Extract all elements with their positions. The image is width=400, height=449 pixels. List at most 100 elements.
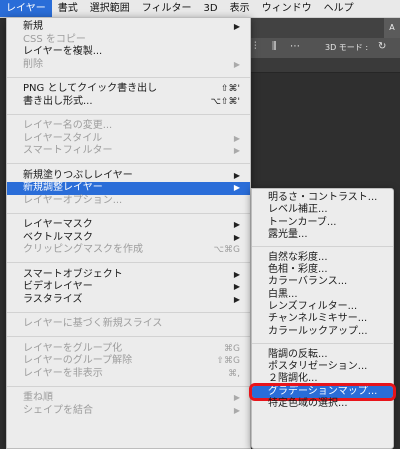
layer-menu-item-label: ビデオレイヤー: [23, 281, 93, 292]
submenu-arrow-icon: ▶: [233, 59, 240, 69]
align-icon[interactable]: ⫶: [254, 41, 257, 52]
more-options-icon[interactable]: ⋯: [290, 41, 300, 52]
adjustment-submenu-item-label: 特定色域の選択...: [268, 397, 348, 409]
adjustment-submenu-item[interactable]: 白黒...: [252, 289, 393, 301]
menubar-item[interactable]: 書式: [52, 0, 84, 17]
shortcut-label: ⌘G: [224, 343, 240, 354]
adjustment-submenu-item[interactable]: トーンカーブ...: [252, 217, 393, 229]
distribute-icon[interactable]: ⫼: [272, 41, 277, 52]
menubar-item[interactable]: レイヤー: [0, 0, 52, 17]
adjustment-submenu-item[interactable]: ポスタリゼーション...: [252, 361, 393, 373]
layer-menu-item[interactable]: 新規調整レイヤー ▶: [7, 182, 250, 195]
adjustment-submenu-item-label: 色相・彩度...: [268, 264, 328, 276]
adjustment-submenu-item-label: レベル補正...: [268, 204, 328, 216]
menu-separator: [7, 385, 250, 387]
submenu-arrow-icon: ▶: [233, 170, 240, 180]
layer-menu-item[interactable]: ビデオレイヤー ▶: [7, 281, 250, 294]
layer-menu-item-label: ラスタライズ: [23, 293, 83, 305]
adjustment-submenu-item-label: 露光量...: [268, 229, 308, 241]
adjustment-submenu-item[interactable]: 特定色域の選択...: [252, 398, 393, 410]
panel-strip: [250, 58, 400, 73]
layer-menu-item-label: 新規調整レイヤー: [23, 182, 103, 193]
options-bar: ⫶ ⫼ ⋯ 3D モード : ↻: [250, 38, 400, 58]
layer-menu-item-label: PNG としてクイック書き出し: [23, 83, 158, 94]
menu-separator: [7, 212, 250, 214]
3d-rotate-icon[interactable]: ↻: [378, 41, 386, 52]
menu-separator: [7, 262, 250, 263]
layer-menu-item-label: 重ね順: [23, 392, 53, 403]
layer-menu-item-label: シェイプを結合: [23, 404, 93, 416]
layer-menu-item-label: スマートオブジェクト: [23, 268, 123, 280]
layer-menu-item[interactable]: レイヤーマスク ▶: [7, 219, 250, 232]
layer-menu-item[interactable]: スマートオブジェクト ▶: [7, 269, 250, 282]
layer-menu-item: レイヤーをグループ化 ⌘G: [7, 343, 250, 356]
menu-separator: [7, 113, 250, 115]
layer-menu-item: CSS をコピー: [7, 34, 250, 47]
adjustment-submenu-item-label: 階調の反転...: [268, 348, 328, 360]
adjustment-submenu-item[interactable]: 露光量...: [252, 229, 393, 241]
layer-menu-item-label: レイヤーを複製...: [23, 46, 103, 57]
adjustment-submenu-item-label: カラーバランス...: [268, 276, 348, 288]
submenu-arrow-icon: ▶: [233, 282, 240, 291]
adjustment-submenu-item[interactable]: 色相・彩度...: [252, 264, 393, 276]
layer-menu-item-label: レイヤーマスク: [23, 219, 93, 230]
shortcut-label: ⌘,: [228, 368, 240, 379]
menu-bar: レイヤー 書式 選択範囲 フィルター 3D 表示 ウィンドウ ヘルプ: [0, 0, 400, 18]
adjustment-submenu-item[interactable]: 階調の反転...: [252, 349, 393, 361]
menubar-item[interactable]: ヘルプ: [318, 0, 360, 17]
layer-menu-item: シェイプを結合 ▶: [7, 405, 250, 418]
layer-menu-item-label: レイヤーのグループ解除: [23, 355, 133, 366]
layer-menu-item[interactable]: PNG としてクイック書き出し ⇧⌘': [7, 83, 250, 96]
menubar-item[interactable]: ウィンドウ: [256, 0, 318, 17]
submenu-arrow-icon: ▶: [233, 294, 240, 304]
document-tab[interactable]: A: [384, 17, 400, 38]
menubar-item[interactable]: 表示: [224, 0, 256, 17]
layer-menu-item-label: 新規塗りつぶしレイヤー: [23, 169, 133, 181]
menu-separator: [7, 311, 250, 313]
layer-menu-item[interactable]: ラスタライズ ▶: [7, 294, 250, 307]
layer-menu-item[interactable]: 新規塗りつぶしレイヤー ▶: [7, 170, 250, 183]
layer-menu: 新規 ▶ CSS をコピー レイヤーを複製... 削除 ▶ PNG としてクイック書き出し ⇧…: [6, 17, 251, 449]
layer-menu-item-label: 削除: [23, 58, 43, 70]
submenu-arrow-icon: ▶: [233, 220, 240, 229]
adjustment-submenu-item[interactable]: レベル補正...: [252, 204, 393, 216]
layer-menu-item: クリッピングマスクを作成 ⌥⌘G: [7, 244, 250, 257]
layer-menu-item-label: 新規: [23, 21, 43, 32]
menu-separator: [252, 246, 393, 248]
layer-menu-item: レイヤーに基づく新規スライス: [7, 318, 250, 331]
layer-menu-item-label: CSS をコピー: [23, 33, 86, 45]
menu-separator: [7, 76, 250, 78]
adjustment-submenu-item[interactable]: レンズフィルター...: [252, 301, 393, 313]
adjustment-submenu-item-label: グラデーションマップ...: [268, 385, 378, 397]
adjustment-submenu-item-label: 白黒...: [268, 288, 298, 300]
menubar-item[interactable]: フィルター: [136, 0, 198, 17]
adjustment-submenu-item[interactable]: グラデーションマップ...: [249, 382, 396, 401]
layer-menu-item: レイヤースタイル ▶: [7, 133, 250, 146]
layer-menu-item-label: ベクトルマスク: [23, 231, 93, 243]
layer-menu-item-label: レイヤーを非表示: [23, 367, 103, 379]
submenu-arrow-icon: ▶: [233, 183, 240, 192]
new-adjustment-layer-submenu: 明るさ・コントラスト... レベル補正... トーンカーブ... 露光量... 自然な彩…: [249, 188, 396, 449]
adjustment-submenu-item-label: チャンネルミキサー...: [268, 313, 368, 325]
adjustment-submenu-item[interactable]: 自然な彩度...: [252, 252, 393, 264]
layer-menu-item: スマートフィルター ▶: [7, 145, 250, 158]
adjustment-submenu-item[interactable]: ２階調化...: [252, 373, 393, 385]
menubar-item[interactable]: 3D: [198, 0, 224, 17]
menubar-item[interactable]: 選択範囲: [84, 0, 136, 17]
adjustment-submenu-item-label: ２階調化...: [268, 373, 318, 385]
layer-menu-item: 重ね順 ▶: [7, 392, 250, 405]
adjustment-submenu-item[interactable]: カラールックアップ...: [252, 326, 393, 338]
layer-menu-item[interactable]: ベクトルマスク ▶: [7, 232, 250, 245]
layer-menu-item[interactable]: 書き出し形式... ⌥⇧⌘': [7, 96, 250, 109]
document-tab-bar: A: [250, 17, 400, 38]
layer-menu-item-label: レイヤースタイル: [23, 132, 103, 144]
shortcut-label: ⇧⌘G: [216, 356, 240, 366]
layer-menu-item-label: レイヤーに基づく新規スライス: [23, 318, 163, 329]
layer-menu-item[interactable]: 新規 ▶: [7, 21, 250, 34]
adjustment-submenu-item-label: 明るさ・コントラスト...: [268, 192, 378, 203]
adjustment-submenu-item[interactable]: カラーバランス...: [252, 276, 393, 288]
layer-menu-item: 削除 ▶: [7, 59, 250, 72]
adjustment-submenu-item[interactable]: チャンネルミキサー...: [252, 313, 393, 325]
adjustment-submenu-item[interactable]: 明るさ・コントラスト...: [252, 192, 393, 204]
layer-menu-item[interactable]: レイヤーを複製...: [7, 46, 250, 59]
